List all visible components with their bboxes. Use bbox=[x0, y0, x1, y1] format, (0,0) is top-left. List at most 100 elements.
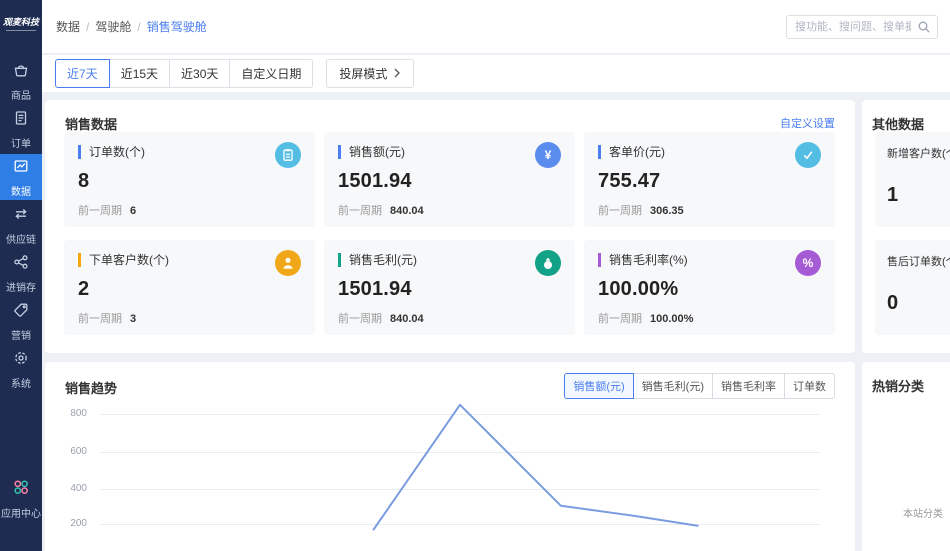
search-box bbox=[786, 14, 938, 39]
breadcrumb-item-cockpit[interactable]: 驾驶舱 bbox=[95, 18, 131, 35]
other-data-title: 其他数据 bbox=[872, 117, 925, 132]
stat-prev: 前一周期 840.04 bbox=[338, 205, 424, 217]
trend-series-tabs: 销售额(元) 销售毛利(元) 销售毛利率 订单数 bbox=[564, 373, 835, 399]
supply-chain-icon bbox=[12, 205, 30, 228]
cast-mode-label: 投屏模式 bbox=[339, 67, 388, 81]
sidebar-nav: 商品 订单 数据 供应链 进销存 营销 系统 bbox=[0, 58, 42, 394]
sidebar-item-label: 系统 bbox=[11, 378, 31, 390]
inventory-icon bbox=[12, 253, 30, 276]
sidebar-item-supply-chain[interactable]: 供应链 bbox=[0, 202, 42, 248]
sidebar-item-label: 订单 bbox=[11, 138, 31, 150]
filter-bar: 近7天 近15天 近30天 自定义日期 投屏模式 bbox=[42, 55, 950, 92]
stat-card-aftersale-orders: 售后订单数(个) 0 bbox=[875, 240, 950, 335]
stat-value: 100.00% bbox=[598, 278, 679, 300]
tab-series-gross-profit[interactable]: 销售毛利(元) bbox=[632, 373, 713, 399]
stat-value: 1501.94 bbox=[338, 278, 412, 300]
sidebar-item-label: 应用中心 bbox=[1, 508, 41, 520]
sales-trend-panel: 销售趋势 销售额(元) 销售毛利(元) 销售毛利率 订单数 800 600 40… bbox=[45, 362, 855, 551]
chevron-right-icon bbox=[393, 67, 401, 81]
stat-prev: 前一周期 3 bbox=[78, 313, 137, 325]
hot-categories-panel: 热销分类 本站分类 bbox=[862, 362, 950, 551]
stat-label: 新增客户数(个) bbox=[887, 148, 950, 160]
sidebar-item-marketing[interactable]: 营销 bbox=[0, 298, 42, 344]
hot-categories-title: 热销分类 bbox=[872, 379, 925, 394]
check-icon bbox=[795, 142, 821, 168]
breadcrumb-item-sales-cockpit: 销售驾驶舱 bbox=[146, 20, 207, 34]
sales-data-panel: 销售数据 自定义设置 订单数(个) 8 前一周期 6 销售额(元) ¥ 1501.… bbox=[45, 100, 855, 353]
stat-prev: 前一周期 100.00% bbox=[598, 313, 694, 325]
stat-card-ordering-customers: 下单客户数(个) 2 前一周期 3 bbox=[64, 240, 315, 335]
sales-cards-grid: 订单数(个) 8 前一周期 6 销售额(元) ¥ 1501.94 前一周期 840.… bbox=[64, 132, 835, 335]
stat-value: 2 bbox=[78, 278, 90, 300]
data-chart-icon bbox=[12, 157, 30, 180]
breadcrumb-separator: / bbox=[137, 19, 141, 34]
stat-prev: 前一周期 306.35 bbox=[598, 205, 684, 217]
moneybag-icon bbox=[535, 250, 561, 276]
sidebar-item-label: 数据 bbox=[11, 186, 31, 198]
sidebar-item-orders[interactable]: 订单 bbox=[0, 106, 42, 152]
stat-label: 售后订单数(个) bbox=[887, 256, 950, 268]
stat-card-sales-amount: 销售额(元) ¥ 1501.94 前一周期 840.04 bbox=[324, 132, 575, 227]
stat-card-gross-margin: 销售毛利率(%) % 100.00% 前一周期 100.00% bbox=[584, 240, 835, 335]
sidebar-item-goods[interactable]: 商品 bbox=[0, 58, 42, 104]
hot-categories-footnote: 本站分类 bbox=[903, 509, 943, 520]
stat-card-avg-order-value: 客单价(元) 755.47 前一周期 306.35 bbox=[584, 132, 835, 227]
sidebar-item-label: 供应链 bbox=[6, 234, 36, 246]
stat-value: 755.47 bbox=[598, 170, 661, 192]
logo: 观麦科技 bbox=[0, 0, 42, 46]
basket-icon bbox=[12, 61, 30, 84]
stat-prev: 前一周期 6 bbox=[78, 205, 137, 217]
tab-custom-date[interactable]: 自定义日期 bbox=[229, 59, 314, 88]
percent-icon: % bbox=[795, 250, 821, 276]
stat-card-gross-profit: 销售毛利(元) 1501.94 前一周期 840.04 bbox=[324, 240, 575, 335]
stat-label: 订单数(个) bbox=[89, 145, 145, 159]
screen: 观麦科技 商品 订单 数据 供应链 进销存 营销 系统 应用中心 数据 / 驾驶… bbox=[0, 0, 950, 551]
trend-line bbox=[372, 403, 699, 531]
stat-value: 8 bbox=[78, 170, 90, 192]
trend-chart: 800 600 400 200 bbox=[45, 402, 855, 551]
sidebar-item-label: 营销 bbox=[11, 330, 31, 342]
stat-label: 客单价(元) bbox=[609, 145, 665, 159]
sidebar-item-system[interactable]: 系统 bbox=[0, 346, 42, 392]
sidebar-item-app-center[interactable]: 应用中心 bbox=[0, 475, 42, 521]
stat-value: 1 bbox=[887, 184, 899, 206]
breadcrumb: 数据 / 驾驶舱 / 销售驾驶舱 bbox=[56, 18, 207, 35]
cast-mode-button[interactable]: 投屏模式 bbox=[326, 59, 415, 88]
sidebar-item-label: 商品 bbox=[11, 90, 31, 102]
tab-last-7-days[interactable]: 近7天 bbox=[55, 59, 110, 88]
stat-label: 销售毛利率(%) bbox=[609, 253, 688, 267]
stat-card-order-count: 订单数(个) 8 前一周期 6 bbox=[64, 132, 315, 227]
stat-card-new-customers: 新增客户数(个) 1 bbox=[875, 132, 950, 227]
user-icon bbox=[275, 250, 301, 276]
stat-label: 销售额(元) bbox=[349, 145, 405, 159]
sidebar-item-label: 进销存 bbox=[6, 282, 36, 294]
date-range-tabs: 近7天 近15天 近30天 自定义日期 bbox=[55, 59, 314, 88]
logo-underline bbox=[6, 30, 36, 31]
clipboard-icon bbox=[275, 142, 301, 168]
search-input[interactable] bbox=[786, 14, 938, 39]
tab-series-gross-margin[interactable]: 销售毛利率 bbox=[712, 373, 785, 399]
stat-label: 下单客户数(个) bbox=[89, 253, 169, 267]
breadcrumb-item-data[interactable]: 数据 bbox=[56, 18, 80, 35]
marketing-tag-icon bbox=[12, 301, 30, 324]
sidebar: 观麦科技 商品 订单 数据 供应链 进销存 营销 系统 应用中心 bbox=[0, 0, 42, 551]
stat-label: 销售毛利(元) bbox=[349, 253, 417, 267]
sidebar-item-data[interactable]: 数据 bbox=[0, 154, 42, 200]
stat-value: 0 bbox=[887, 292, 899, 314]
sidebar-item-inventory[interactable]: 进销存 bbox=[0, 250, 42, 296]
topbar: 数据 / 驾驶舱 / 销售驾驶舱 bbox=[42, 0, 950, 54]
stat-value: 1501.94 bbox=[338, 170, 412, 192]
app-center-icon bbox=[11, 477, 31, 502]
yuan-icon: ¥ bbox=[535, 142, 561, 168]
custom-settings-link[interactable]: 自定义设置 bbox=[780, 115, 835, 131]
sales-trend-title: 销售趋势 bbox=[65, 381, 118, 396]
sales-data-title: 销售数据 bbox=[65, 117, 118, 132]
other-data-panel: 其他数据 新增客户数(个) 1 售后订单数(个) 0 bbox=[862, 100, 950, 353]
order-icon bbox=[12, 109, 30, 132]
tab-series-sales-amount[interactable]: 销售额(元) bbox=[564, 373, 634, 399]
tab-last-15-days[interactable]: 近15天 bbox=[108, 59, 171, 88]
logo-text: 观麦科技 bbox=[2, 17, 39, 27]
tab-series-order-count[interactable]: 订单数 bbox=[784, 373, 835, 399]
gear-icon bbox=[12, 349, 30, 372]
tab-last-30-days[interactable]: 近30天 bbox=[169, 59, 231, 88]
